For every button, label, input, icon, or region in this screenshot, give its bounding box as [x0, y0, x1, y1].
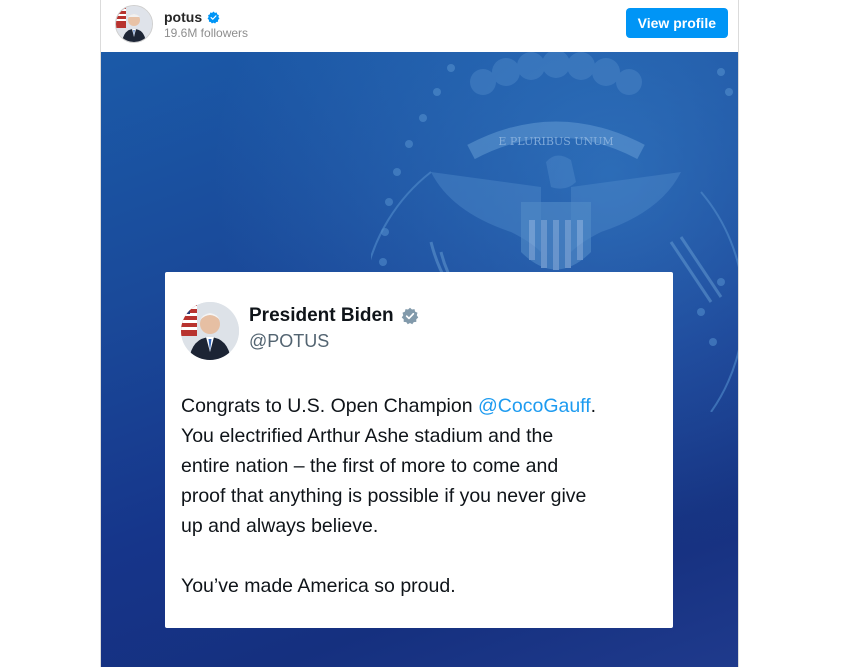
tweet-line: entire nation – the first of more to com… — [181, 455, 559, 477]
verified-badge-icon — [207, 11, 220, 23]
tweet-text-segment: Congrats to U.S. Open Champion — [181, 395, 478, 417]
view-profile-button[interactable]: View profile — [625, 8, 728, 38]
tweet-line: Congrats to U.S. Open Champion @CocoGauf… — [181, 391, 661, 421]
president-portrait-icon — [181, 302, 239, 360]
post-header: potus 19.6M followers View profile — [101, 0, 738, 50]
post-image[interactable]: E PLURIBUS UNUM President Biden @POTUS C… — [101, 52, 738, 667]
profile-username[interactable]: potus — [164, 9, 220, 25]
tweet-line: You’ve made America so proud. — [181, 575, 456, 597]
profile-avatar[interactable] — [115, 5, 153, 43]
tweet-text: Congrats to U.S. Open Champion @CocoGauf… — [181, 391, 661, 601]
seal-motto: E PLURIBUS UNUM — [498, 135, 613, 148]
tweet-line: You electrified Arthur Ashe stadium and … — [181, 425, 554, 447]
tweet-handle: @POTUS — [249, 331, 330, 351]
avatar-portrait-icon — [116, 6, 152, 42]
display-name-text: President Biden — [249, 305, 394, 326]
tweet-text-segment: . — [590, 395, 597, 417]
instagram-embed: potus 19.6M followers View profile E PLU… — [100, 0, 739, 667]
tweet-line: proof that anything is possible if you n… — [181, 485, 587, 507]
tweet-display-name: President Biden — [249, 305, 419, 327]
mention-link[interactable]: @CocoGauff — [478, 395, 591, 417]
tweet-avatar — [181, 302, 239, 360]
tweet-card: President Biden @POTUS Congrats to U.S. … — [165, 272, 673, 628]
followers-count: 19.6M followers — [164, 26, 249, 40]
verified-badge-icon — [401, 307, 418, 325]
username-text: potus — [164, 9, 203, 25]
tweet-line: up and always believe. — [181, 515, 379, 537]
